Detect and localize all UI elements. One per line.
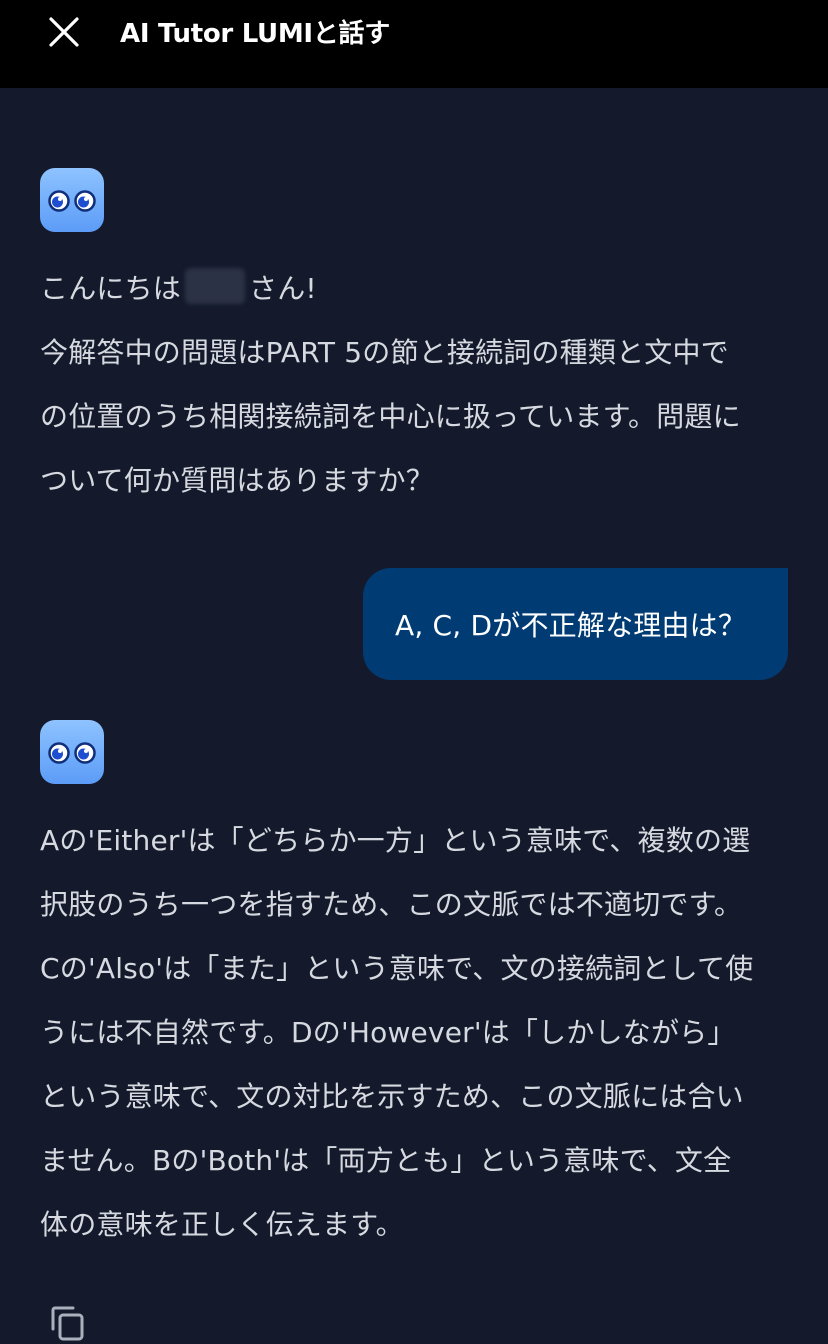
message-line: 体の意味を正しく伝えます。: [40, 1208, 404, 1241]
user-message-bubble: A, C, Dが不正解な理由は？: [363, 568, 788, 680]
lumi-avatar-icon: [40, 168, 104, 232]
user-message-text: A, C, Dが不正解な理由は？: [395, 609, 747, 642]
greeting-suffix: さん!: [249, 272, 317, 305]
copy-icon: [51, 1306, 84, 1341]
message-line: Aの'Either'は「どちらか一方」という意味で、複数の選: [40, 824, 751, 857]
message-line: ません。Bの'Both'は「両方とも」という意味で、文全: [40, 1144, 732, 1177]
message-line: の位置のうち相関接続詞を中心に扱っています。問題に: [40, 400, 741, 433]
message-line: 択肢のうち一つを指すため、この文脈では不適切です。: [40, 888, 743, 921]
greeting-text: こんにちは: [40, 272, 182, 305]
message-line: 今解答中の問題はPART 5の節と接続詞の種類と文中で: [40, 336, 729, 369]
assistant-message: Aの'Either'は「どちらか一方」という意味で、複数の選 択肢のうち一つを指…: [40, 809, 800, 1257]
header-title: AI Tutor LUMIと話す: [120, 19, 390, 49]
message-line: ついて何か質問はありますか？: [40, 464, 434, 497]
redacted-user-name: [185, 268, 246, 304]
message-line: Cの'Also'は「また」という意味で、文の接続詞として使: [40, 952, 754, 985]
message-line: という意味で、文の対比を示すため、この文脈には合い: [40, 1080, 744, 1113]
assistant-message: こんにちは さん! 今解答中の問題はPART 5の節と接続詞の種類と文中で の位置…: [40, 257, 800, 513]
message-line: こんにちは さん!: [40, 257, 800, 321]
message-line: うには不自然です。Dの'However'は「しかしながら」: [40, 1016, 736, 1049]
lumi-avatar-icon: [40, 720, 104, 784]
close-icon: [49, 17, 79, 47]
top-bar: AI Tutor LUMIと話す: [0, 0, 828, 88]
copy-button[interactable]: [48, 1304, 88, 1344]
chat-area[interactable]: こんにちは さん! 今解答中の問題はPART 5の節と接続詞の種類と文中で の位置…: [0, 88, 828, 1344]
close-button[interactable]: [40, 8, 88, 56]
